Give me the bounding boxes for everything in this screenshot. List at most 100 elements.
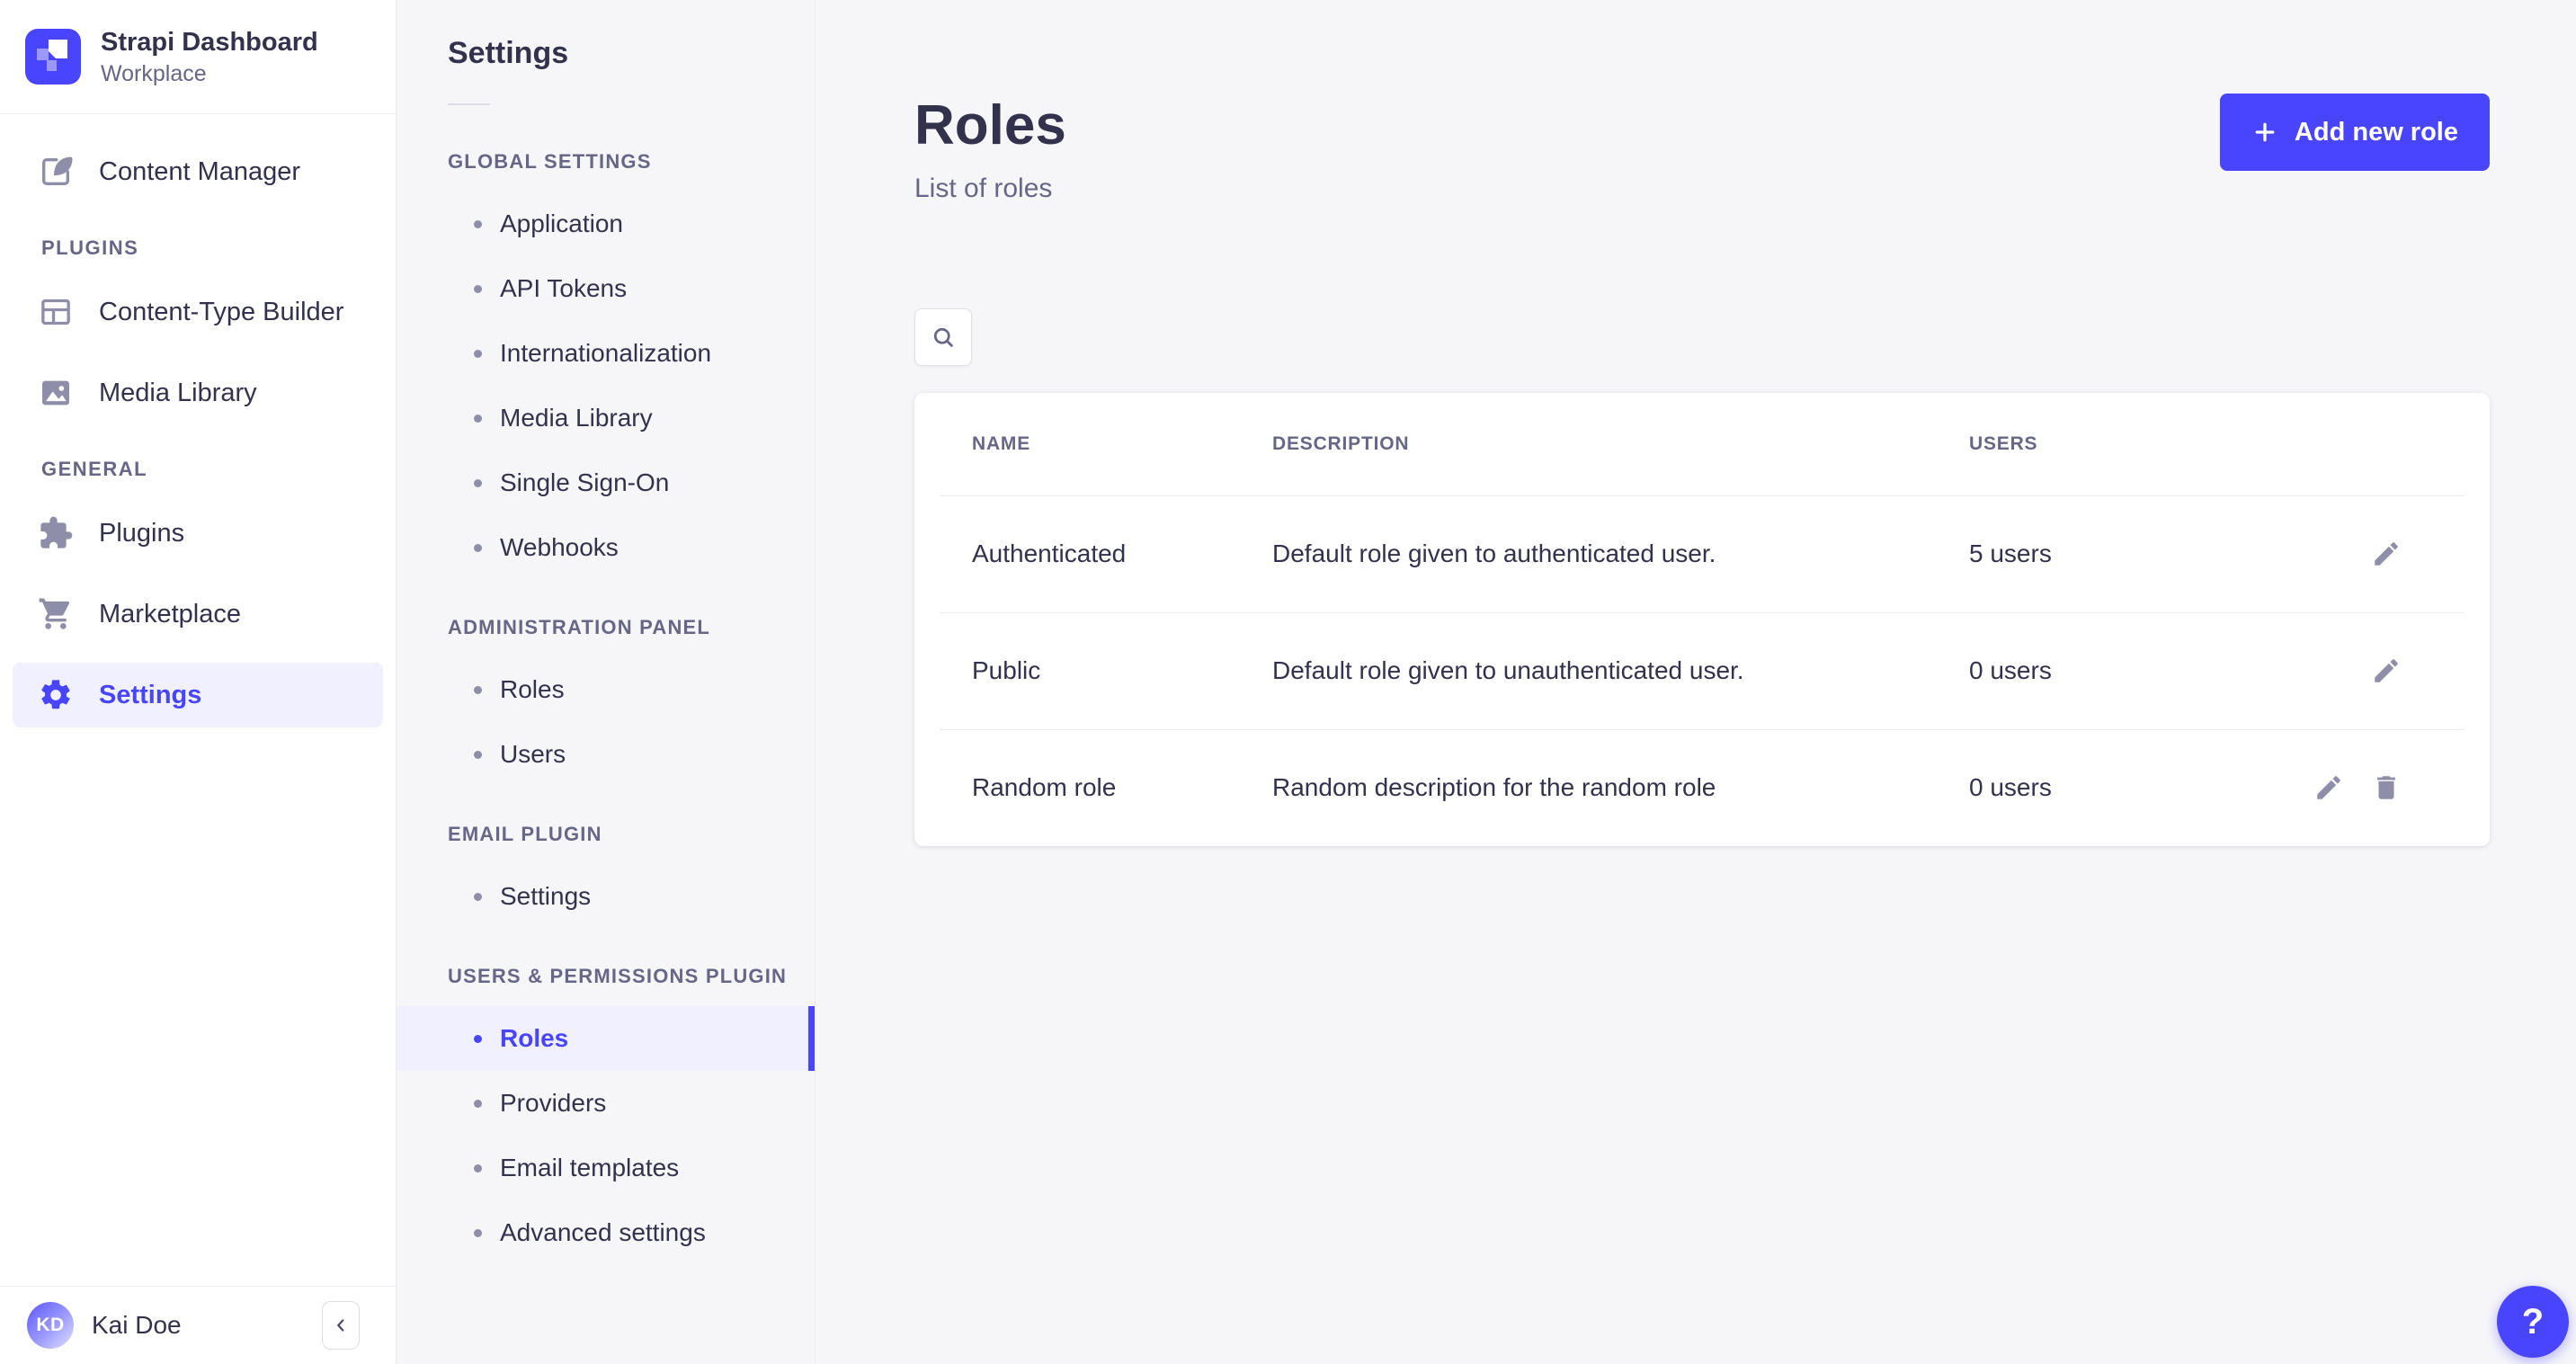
settings-subnav-title: Settings: [448, 36, 815, 71]
sidebar-item-media-library[interactable]: Media Library: [13, 361, 383, 425]
table-row-random-role[interactable]: Random role Random description for the r…: [914, 729, 2490, 846]
roles-table: NAME DESCRIPTION USERS Authenticated Def…: [914, 393, 2490, 846]
content-manager-icon: [38, 154, 74, 190]
subnav-section-label: GLOBAL SETTINGS: [448, 150, 815, 174]
subnav-item-email-templates[interactable]: Email templates: [397, 1136, 815, 1200]
table-row-authenticated[interactable]: Authenticated Default role given to auth…: [914, 495, 2490, 612]
subnav-item-label: Webhooks: [500, 533, 619, 562]
bullet-icon: [474, 350, 482, 358]
media-library-icon: [38, 375, 74, 411]
subnav-item-label: Single Sign-On: [500, 468, 669, 497]
bullet-icon: [474, 893, 482, 901]
subnav-item-label: Settings: [500, 882, 591, 911]
workspace-name: Workplace: [101, 61, 318, 87]
role-description: Default role given to unauthenticated us…: [1272, 656, 1969, 685]
page-subtitle: List of roles: [914, 174, 1066, 204]
role-description: Default role given to authenticated user…: [1272, 539, 1969, 568]
add-new-role-button[interactable]: Add new role: [2220, 94, 2490, 171]
sidebar-item-plugins[interactable]: Plugins: [13, 501, 383, 566]
collapse-sidebar-button[interactable]: [322, 1301, 360, 1350]
pencil-icon: [2313, 772, 2344, 803]
subnav-section-label: USERS & PERMISSIONS PLUGIN: [448, 965, 815, 988]
add-new-role-label: Add new role: [2295, 118, 2458, 147]
subnav-item-label: Providers: [500, 1089, 606, 1118]
role-name: Random role: [972, 773, 1272, 802]
plugins-puzzle-icon: [38, 515, 74, 551]
search-button[interactable]: [914, 308, 972, 366]
subnav-item-providers[interactable]: Providers: [397, 1071, 815, 1136]
bullet-icon: [474, 544, 482, 552]
delete-role-button[interactable]: [2369, 771, 2403, 805]
sidebar-item-content-type-builder[interactable]: Content-Type Builder: [13, 280, 383, 344]
subnav-section-users-permissions-plugin: USERS & PERMISSIONS PLUGIN Roles Provide…: [397, 965, 815, 1265]
bullet-icon: [474, 1035, 482, 1043]
subnav-item-internationalization[interactable]: Internationalization: [397, 321, 815, 386]
sidebar-section-general-label: GENERAL: [41, 458, 396, 481]
role-name: Public: [972, 656, 1272, 685]
bullet-icon: [474, 1164, 482, 1172]
settings-subnav: Settings GLOBAL SETTINGS Application API…: [397, 0, 816, 1364]
edit-role-button[interactable]: [2312, 771, 2346, 805]
chevron-left-icon: [331, 1315, 351, 1335]
sidebar-item-content-manager[interactable]: Content Manager: [13, 139, 383, 204]
main-sidebar: Strapi Dashboard Workplace Content Manag…: [0, 0, 397, 1364]
subnav-section-administration-panel: ADMINISTRATION PANEL Roles Users: [397, 616, 815, 787]
subnav-item-webhooks[interactable]: Webhooks: [397, 515, 815, 580]
sidebar-item-label: Settings: [99, 681, 201, 710]
edit-role-button[interactable]: [2369, 537, 2403, 571]
role-users-count: 0 users: [1969, 773, 2206, 802]
subnav-item-admin-roles[interactable]: Roles: [397, 657, 815, 722]
sidebar-section-plugins-label: PLUGINS: [41, 236, 396, 260]
column-header-description: DESCRIPTION: [1272, 433, 1969, 455]
bullet-icon: [474, 1100, 482, 1108]
subnav-item-admin-users[interactable]: Users: [397, 722, 815, 787]
bullet-icon: [474, 415, 482, 423]
role-users-count: 5 users: [1969, 539, 2206, 568]
user-name: Kai Doe: [92, 1311, 182, 1340]
subnav-section-label: EMAIL PLUGIN: [448, 823, 815, 846]
bullet-icon: [474, 220, 482, 228]
sidebar-item-settings[interactable]: Settings: [13, 663, 383, 727]
user-menu[interactable]: KD Kai Doe: [27, 1302, 182, 1349]
sidebar-item-label: Content Manager: [99, 157, 300, 187]
plus-icon: [2251, 119, 2278, 146]
workspace-brand[interactable]: Strapi Dashboard Workplace: [0, 0, 396, 114]
subnav-item-application[interactable]: Application: [397, 192, 815, 256]
subnav-item-label: Media Library: [500, 404, 653, 432]
subnav-section-label: ADMINISTRATION PANEL: [448, 616, 815, 639]
sidebar-item-label: Plugins: [99, 519, 184, 548]
sidebar-nav: Content Manager PLUGINS Content-Type Bui…: [0, 114, 396, 1286]
table-row-public[interactable]: Public Default role given to unauthentic…: [914, 612, 2490, 729]
subnav-divider: [448, 103, 490, 105]
bullet-icon: [474, 751, 482, 759]
help-button[interactable]: ?: [2497, 1286, 2569, 1358]
bullet-icon: [474, 686, 482, 694]
subnav-section-global-settings: GLOBAL SETTINGS Application API Tokens I…: [397, 150, 815, 580]
avatar: KD: [27, 1302, 74, 1349]
subnav-item-media-library[interactable]: Media Library: [397, 386, 815, 450]
role-users-count: 0 users: [1969, 656, 2206, 685]
subnav-item-label: Email templates: [500, 1154, 679, 1182]
page-title: Roles: [914, 90, 1066, 163]
subnav-item-email-settings[interactable]: Settings: [397, 864, 815, 929]
subnav-item-label: Roles: [500, 1024, 568, 1053]
question-mark-label: ?: [2522, 1302, 2544, 1342]
marketplace-cart-icon: [38, 596, 74, 632]
sidebar-item-label: Content-Type Builder: [99, 298, 343, 327]
subnav-item-label: API Tokens: [500, 274, 627, 303]
column-header-name: NAME: [972, 433, 1272, 455]
sidebar-item-marketplace[interactable]: Marketplace: [13, 582, 383, 646]
subnav-item-single-sign-on[interactable]: Single Sign-On: [397, 450, 815, 515]
subnav-item-advanced-settings[interactable]: Advanced settings: [397, 1200, 815, 1265]
subnav-item-api-tokens[interactable]: API Tokens: [397, 256, 815, 321]
settings-gear-icon: [38, 677, 74, 713]
strapi-logo-icon: [25, 29, 81, 85]
subnav-item-label: Internationalization: [500, 339, 711, 368]
subnav-item-up-roles[interactable]: Roles: [397, 1006, 815, 1071]
bullet-icon: [474, 285, 482, 293]
role-name: Authenticated: [972, 539, 1272, 568]
sidebar-footer: KD Kai Doe: [0, 1286, 396, 1364]
content-type-builder-icon: [38, 294, 74, 330]
subnav-item-label: Roles: [500, 675, 565, 704]
edit-role-button[interactable]: [2369, 654, 2403, 688]
